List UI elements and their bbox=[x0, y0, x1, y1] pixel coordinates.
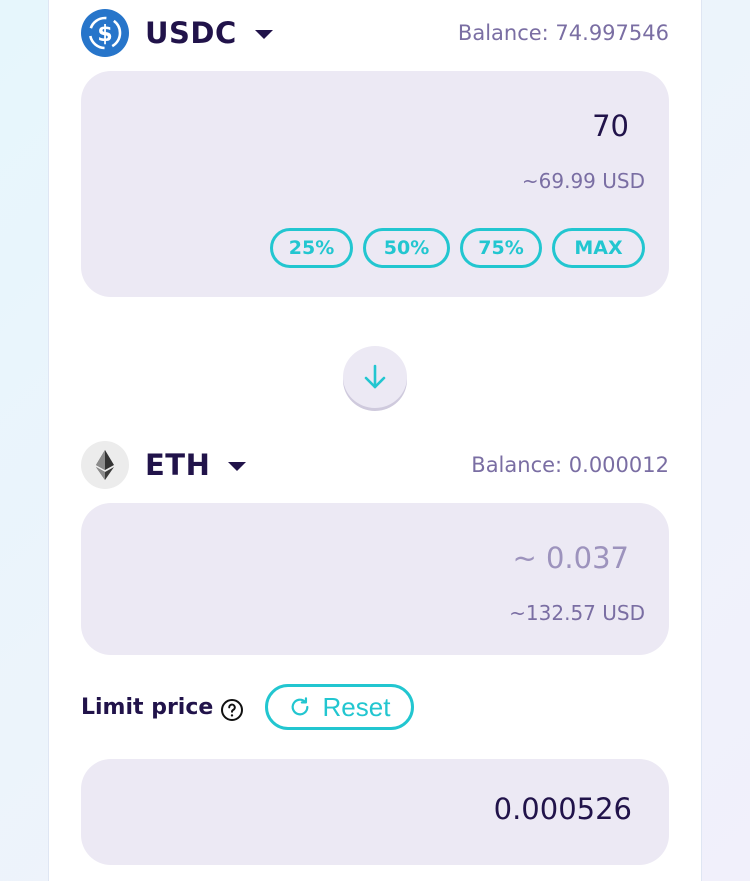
to-token-row: ETH Balance: 0.000012 bbox=[81, 441, 669, 489]
from-token-balance: Balance: 74.997546 bbox=[457, 21, 669, 45]
to-amount-panel: ~ 0.037 ~132.57 USD bbox=[81, 503, 669, 655]
chevron-down-icon[interactable] bbox=[254, 29, 273, 39]
eth-icon bbox=[81, 441, 129, 489]
from-token-row: $ USDC Balance: 74.997546 bbox=[81, 9, 669, 57]
usdc-icon: $ bbox=[81, 9, 129, 57]
percent-buttons: 25% 50% 75% MAX bbox=[270, 228, 645, 268]
limit-price-input[interactable]: 0.000526 bbox=[494, 792, 632, 826]
to-token-symbol[interactable]: ETH bbox=[145, 448, 210, 482]
from-usd-value: ~69.99 USD bbox=[521, 169, 645, 193]
percent-25-button[interactable]: 25% bbox=[270, 228, 353, 268]
chevron-down-icon[interactable] bbox=[228, 461, 247, 471]
percent-75-button[interactable]: 75% bbox=[460, 228, 542, 268]
max-button[interactable]: MAX bbox=[552, 228, 645, 268]
to-amount-estimate: ~ 0.037 bbox=[512, 541, 629, 575]
reset-label: Reset bbox=[322, 691, 391, 722]
from-amount-panel: 70 ~69.99 USD 25% 50% 75% MAX bbox=[81, 71, 669, 297]
percent-50-button[interactable]: 50% bbox=[363, 228, 450, 268]
limit-price-panel: 0.000526 bbox=[81, 759, 669, 865]
from-token-symbol[interactable]: USDC bbox=[145, 16, 237, 50]
question-circle-icon[interactable] bbox=[220, 698, 244, 722]
refresh-icon bbox=[291, 697, 308, 716]
svg-text:$: $ bbox=[97, 22, 112, 47]
to-usd-value: ~132.57 USD bbox=[509, 601, 645, 625]
limit-price-label: Limit price bbox=[81, 695, 214, 720]
swap-direction-button[interactable] bbox=[343, 346, 407, 408]
reset-button[interactable]: Reset bbox=[265, 684, 414, 730]
to-token-balance: Balance: 0.000012 bbox=[471, 453, 669, 477]
arrow-down-icon bbox=[364, 364, 386, 389]
from-amount-input[interactable]: 70 bbox=[592, 109, 629, 143]
